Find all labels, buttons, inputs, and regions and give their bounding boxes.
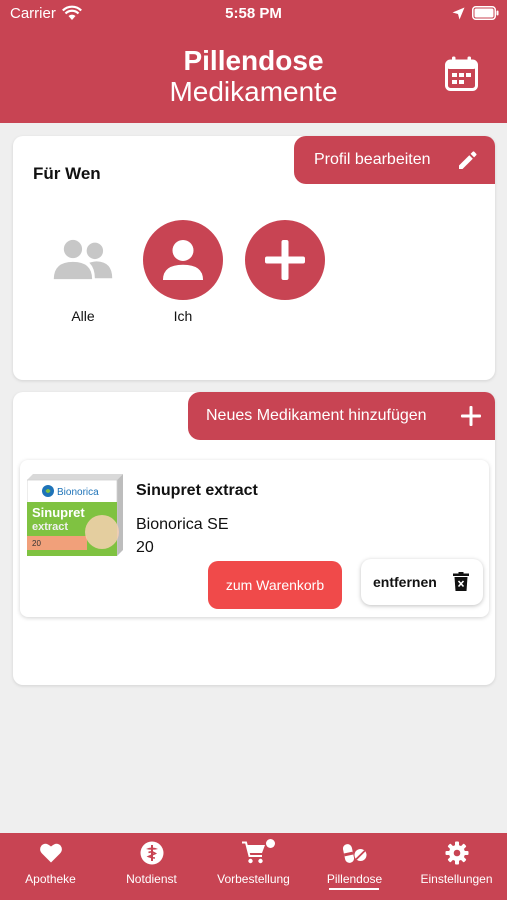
calendar-icon[interactable] [444, 56, 479, 92]
profile-option-me[interactable]: Ich [143, 220, 223, 324]
group-icon [43, 220, 123, 300]
profile-card: Profil bearbeiten Für Wen Alle Ich [13, 136, 495, 380]
plus-icon [245, 220, 325, 300]
add-to-cart-button[interactable]: zum Warenkorb [208, 561, 342, 609]
tab-vorbestellung[interactable]: Vorbestellung [203, 833, 304, 900]
trash-icon [453, 572, 469, 591]
cart-badge [266, 839, 275, 848]
tab-label: Einstellungen [420, 872, 493, 886]
cart-icon [242, 841, 265, 864]
medication-item[interactable]: Bionorica Sinupret extract 20 Sinupret e… [20, 460, 489, 617]
caduceus-icon [140, 841, 164, 865]
add-profile-button[interactable] [245, 220, 325, 300]
gear-icon [445, 841, 469, 865]
medication-quantity: 20 [136, 539, 154, 556]
add-medication-label: Neues Medikament hinzufügen [206, 407, 427, 424]
app-header: Carrier 5:58 PM Pillendose Medikamente [0, 0, 507, 123]
profile-option-all[interactable]: Alle [43, 220, 123, 324]
status-bar: Carrier 5:58 PM [0, 0, 507, 28]
location-arrow-icon [452, 7, 465, 20]
tab-einstellungen[interactable]: Einstellungen [406, 833, 507, 900]
tab-apotheke[interactable]: Apotheke [0, 833, 101, 900]
package-variant-text: extract [32, 521, 68, 533]
pencil-icon [459, 151, 477, 169]
add-medication-button[interactable]: Neues Medikament hinzufügen [188, 392, 495, 440]
person-icon [143, 220, 223, 300]
tab-label: Apotheke [25, 872, 76, 886]
page-title: Pillendose [183, 45, 324, 76]
medication-package-image: Bionorica Sinupret extract 20 [27, 474, 123, 556]
add-to-cart-label: zum Warenkorb [225, 577, 325, 593]
medication-name: Sinupret extract [136, 482, 258, 499]
tab-label: Notdienst [126, 872, 177, 886]
medications-card: Neues Medikament hinzufügen Bionorica Si… [13, 392, 495, 685]
remove-label: entfernen [373, 574, 437, 590]
bottom-tab-bar: Apotheke Notdienst Vorbestellung Pillend… [0, 833, 507, 900]
tab-label: Pillendose [326, 872, 383, 886]
tab-label: Vorbestellung [217, 872, 290, 886]
status-time: 5:58 PM [225, 5, 282, 22]
active-tab-indicator [329, 888, 379, 890]
package-count-text: 20 [32, 539, 41, 548]
heart-icon [40, 843, 62, 863]
medication-manufacturer: Bionorica SE [136, 516, 229, 533]
for-whom-heading: Für Wen [33, 164, 101, 183]
page-subtitle: Medikamente [169, 76, 338, 107]
edit-profile-button[interactable]: Profil bearbeiten [294, 136, 495, 184]
profile-option-label: Alle [71, 308, 95, 324]
pills-icon [343, 844, 367, 863]
plus-icon [461, 406, 481, 426]
battery-icon [472, 6, 499, 20]
remove-button[interactable]: entfernen [361, 559, 483, 605]
tab-notdienst[interactable]: Notdienst [101, 833, 202, 900]
profile-option-label: Ich [173, 308, 193, 324]
package-name-text: Sinupret [32, 505, 85, 520]
package-brand-text: Bionorica [57, 487, 99, 498]
edit-profile-label: Profil bearbeiten [314, 151, 431, 168]
